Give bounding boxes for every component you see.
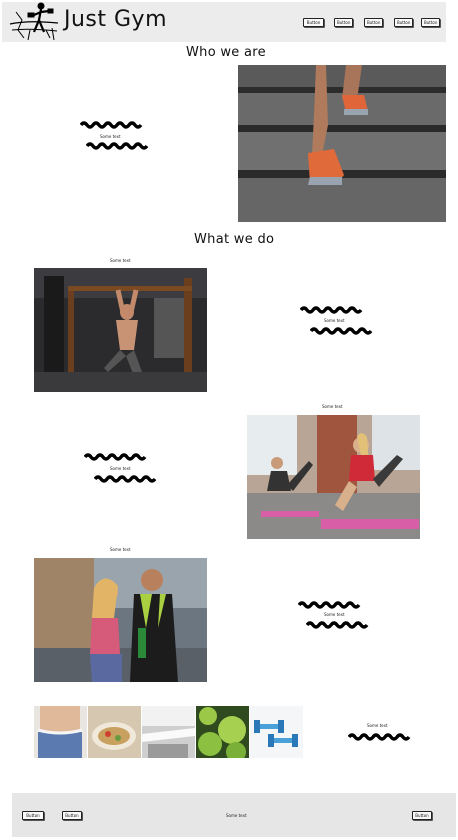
scribble-text-placeholder (310, 327, 373, 335)
couple-fitness-photo (34, 558, 207, 682)
scribble-text-placeholder (306, 621, 369, 629)
item1-caption-side: Some text (324, 318, 345, 323)
item3-caption-side: Some text (324, 612, 345, 617)
scribble-text-placeholder (80, 121, 143, 129)
nav-button-5[interactable]: Button (421, 18, 440, 27)
item2-caption-top: Some text (322, 404, 343, 409)
footer-button-2[interactable]: Button (62, 811, 82, 820)
nav-button-2[interactable]: Button (334, 18, 353, 27)
pullup-athlete-photo (34, 268, 207, 392)
scribble-text-placeholder (94, 475, 157, 483)
footer-button-1[interactable]: Button (22, 811, 44, 820)
who-caption: Some text (100, 134, 121, 139)
scribble-text-placeholder (84, 453, 147, 461)
scribble-text-placeholder (300, 306, 363, 314)
stairs-runner-photo (238, 65, 446, 222)
scribble-text-placeholder (348, 733, 411, 741)
gallery-waist-photo (34, 706, 87, 758)
nav-button-1[interactable]: Button (303, 18, 324, 27)
gallery-dumbbells-photo (250, 706, 303, 758)
nav-button-3[interactable]: Button (364, 18, 383, 27)
women-workout-photo (247, 415, 420, 539)
gallery-scale-photo (142, 706, 195, 758)
footer-text: Some text (226, 813, 247, 818)
footer-button-3[interactable]: Button (412, 811, 432, 820)
scribble-text-placeholder (298, 601, 361, 609)
item2-caption-side: Some text (110, 466, 131, 471)
item3-caption-top: Some text (110, 547, 131, 552)
brand-title: Just Gym (64, 7, 168, 32)
nav-button-4[interactable]: Button (394, 18, 413, 27)
gym-logo-icon (9, 2, 59, 41)
gallery-meal-photo (88, 706, 141, 758)
gallery-caption: Some text (367, 723, 388, 728)
scribble-text-placeholder (86, 142, 149, 150)
what-section-title: What we do (194, 232, 275, 247)
gallery-apples-photo (196, 706, 249, 758)
who-section-title: Who we are (186, 45, 266, 60)
item1-caption-top: Some text (110, 258, 131, 263)
